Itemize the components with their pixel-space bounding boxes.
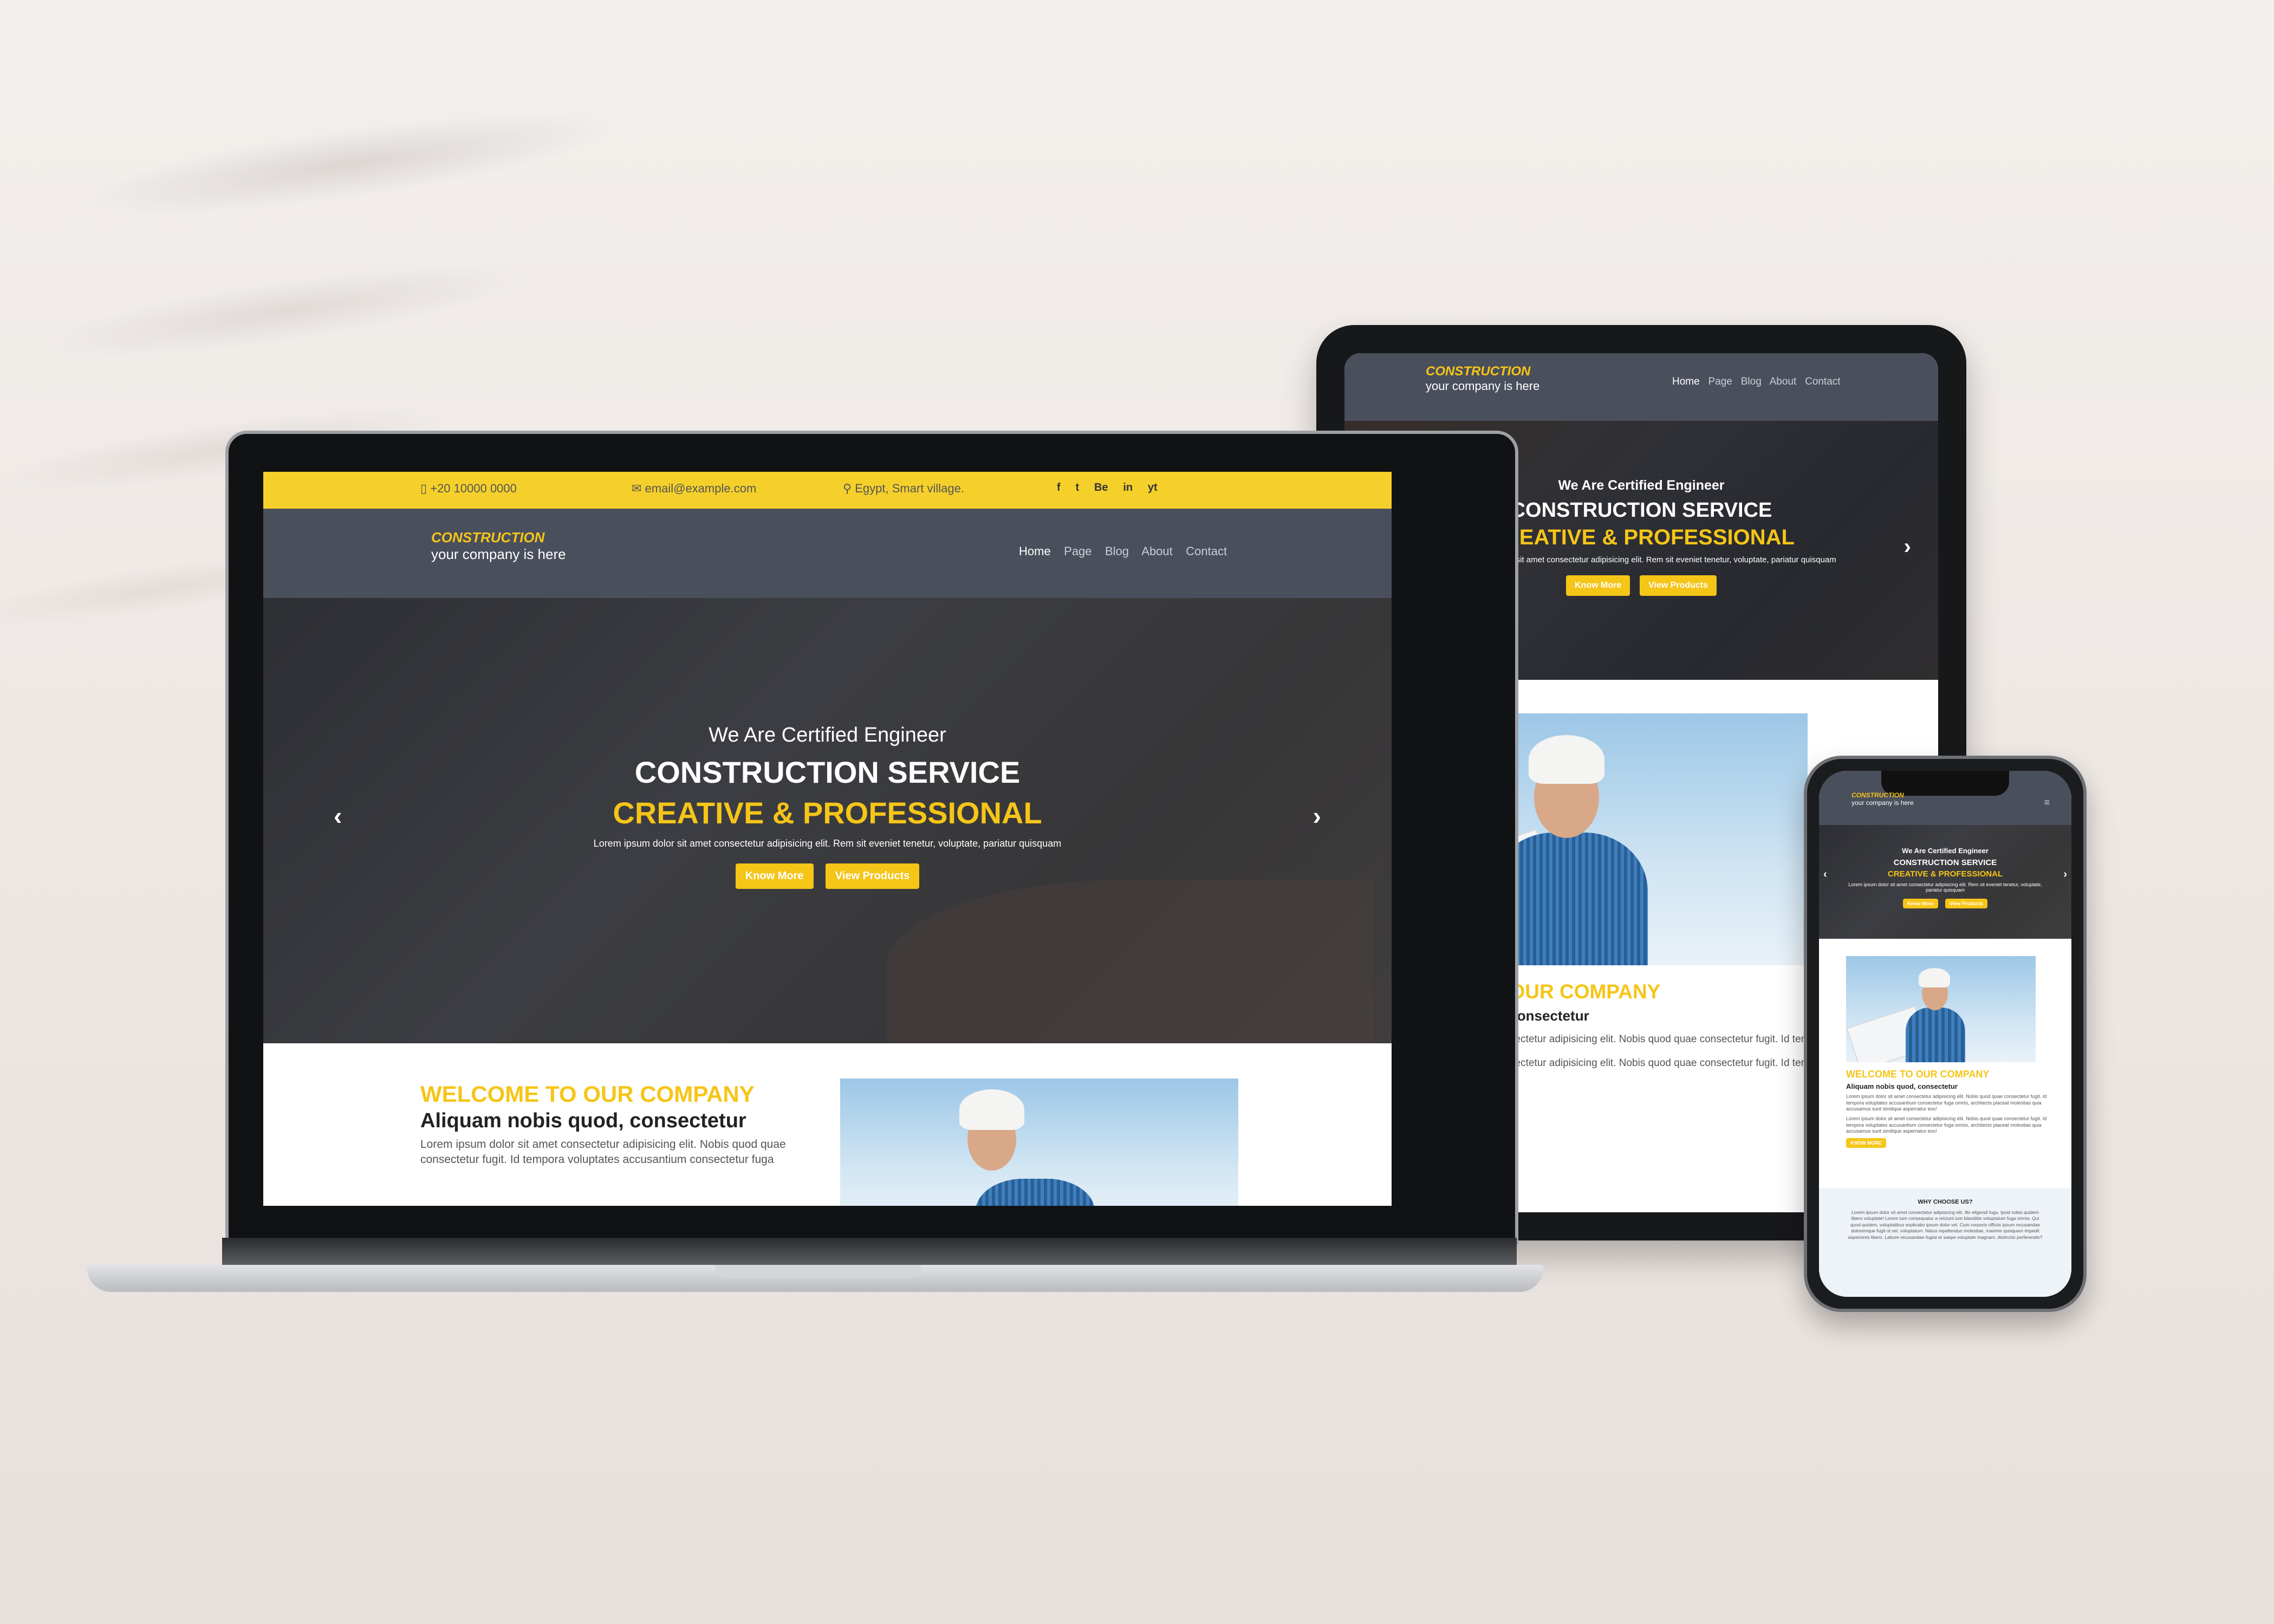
welcome-heading: WELCOME TO OUR COMPANY bbox=[1846, 1069, 1990, 1080]
laptop-logo[interactable]: CONSTRUCTION your company is here bbox=[431, 529, 566, 563]
nav-about[interactable]: About bbox=[1770, 376, 1797, 387]
hero-title: CONSTRUCTION SERVICE bbox=[1893, 858, 1997, 867]
welcome-line-1: Lorem ipsum dolor sit amet consectetur a… bbox=[420, 1138, 786, 1151]
nav-home[interactable]: Home bbox=[1672, 376, 1700, 387]
laptop-navbar: CONSTRUCTION your company is here Home P… bbox=[263, 509, 1392, 598]
tablet-nav: Home Page Blog About Contact bbox=[1672, 376, 1841, 388]
hero-kicker: We Are Certified Engineer bbox=[709, 724, 946, 746]
hero-subtitle: CREATIVE & PROFESSIONAL bbox=[1887, 869, 2003, 879]
laptop-nav: Home Page Blog About Contact bbox=[1019, 544, 1227, 558]
nav-blog[interactable]: Blog bbox=[1741, 376, 1762, 387]
why-heading: WHY CHOOSE US? bbox=[1918, 1199, 1973, 1205]
know-more-button[interactable]: Know More bbox=[1903, 899, 1938, 908]
next-arrow-icon[interactable]: › bbox=[2063, 868, 2067, 881]
welcome-para-2: Lorem ipsum dolor sit amet consectetur a… bbox=[1846, 1116, 2047, 1134]
nav-about[interactable]: About bbox=[1141, 544, 1173, 558]
location-text: Egypt, Smart village. bbox=[855, 482, 964, 495]
twitter-icon[interactable]: t bbox=[1075, 482, 1079, 493]
prev-arrow-icon[interactable]: ‹ bbox=[1823, 868, 1827, 881]
hero-content: We Are Certified Engineer CONSTRUCTION S… bbox=[263, 724, 1392, 889]
prev-arrow-icon[interactable]: ‹ bbox=[334, 801, 342, 830]
phone-device: CONSTRUCTION your company is here ≡ We A… bbox=[1804, 756, 2087, 1312]
hard-hat bbox=[959, 1089, 1024, 1130]
why-text: Lorem ipsum dolor sit amet consectetur a… bbox=[1848, 1210, 2043, 1240]
phone-logo[interactable]: CONSTRUCTION your company is here bbox=[1851, 791, 1914, 807]
hero-text: Lorem ipsum dolor sit amet consectetur a… bbox=[1848, 882, 2042, 893]
facebook-icon[interactable]: f bbox=[1057, 482, 1061, 493]
welcome-para-1: Lorem ipsum dolor sit amet consectetur a… bbox=[1846, 1094, 2047, 1112]
shirt bbox=[976, 1179, 1095, 1206]
laptop-hinge bbox=[222, 1238, 1517, 1265]
laptop-lid: ▯ +20 10000 0000 ✉ email@example.com ⚲ E… bbox=[225, 431, 1518, 1244]
topbar: ▯ +20 10000 0000 ✉ email@example.com ⚲ E… bbox=[263, 472, 1392, 509]
nav-page[interactable]: Page bbox=[1708, 376, 1732, 387]
why-choose-section: WHY CHOOSE US? Lorem ipsum dolor sit ame… bbox=[1819, 1188, 2071, 1297]
welcome-heading: WELCOME TO OUR COMPANY bbox=[420, 1081, 755, 1107]
logo-title: CONSTRUCTION bbox=[1851, 791, 1904, 799]
next-arrow-icon[interactable]: › bbox=[1313, 801, 1321, 830]
email-text: email@example.com bbox=[645, 482, 757, 495]
welcome-text: WELCOME TO OUR COMPANY Aliquam nobis quo… bbox=[1846, 1069, 2052, 1148]
welcome-line-2: consectetur fugit. Id tempora voluptates… bbox=[420, 1153, 774, 1166]
laptop-screen: ▯ +20 10000 0000 ✉ email@example.com ⚲ E… bbox=[263, 472, 1392, 1206]
view-products-button[interactable]: View Products bbox=[1640, 575, 1717, 596]
know-more-button-2[interactable]: KNOW MORE bbox=[1846, 1138, 1886, 1148]
laptop-device: ▯ +20 10000 0000 ✉ email@example.com ⚲ E… bbox=[87, 431, 1544, 1319]
phone-welcome-section: WELCOME TO OUR COMPANY Aliquam nobis quo… bbox=[1819, 939, 2071, 1188]
nav-contact[interactable]: Contact bbox=[1186, 544, 1227, 558]
tablet-navbar: CONSTRUCTION your company is here Home P… bbox=[1344, 353, 1938, 421]
phone-text: +20 10000 0000 bbox=[430, 482, 517, 495]
hero-text: Lorem ipsum dolor sit amet consectetur a… bbox=[593, 838, 1062, 849]
phone-navbar: CONSTRUCTION your company is here ≡ bbox=[1819, 771, 2071, 825]
engineer-photo bbox=[1846, 956, 2036, 1062]
topbar-email[interactable]: ✉ email@example.com bbox=[632, 482, 756, 496]
laptop-notch bbox=[715, 1265, 921, 1278]
logo-title: CONSTRUCTION bbox=[431, 529, 545, 545]
nav-contact[interactable]: Contact bbox=[1805, 376, 1840, 387]
hero-kicker: We Are Certified Engineer bbox=[1902, 847, 1989, 855]
nav-home[interactable]: Home bbox=[1019, 544, 1051, 558]
linkedin-icon[interactable]: in bbox=[1123, 482, 1133, 493]
logo-subtitle: your company is here bbox=[1851, 799, 1914, 807]
laptop-welcome-section: WELCOME TO OUR COMPANY Aliquam nobis quo… bbox=[263, 1043, 1392, 1206]
behance-icon[interactable]: Be bbox=[1094, 482, 1108, 493]
know-more-button[interactable]: Know More bbox=[735, 863, 814, 889]
welcome-subheading: Aliquam nobis quod, consectetur bbox=[1846, 1082, 1958, 1090]
youtube-icon[interactable]: yt bbox=[1148, 482, 1158, 493]
nav-page[interactable]: Page bbox=[1064, 544, 1091, 558]
welcome-subheading: Aliquam nobis quod, consectetur bbox=[420, 1109, 746, 1132]
engineer-photo bbox=[840, 1079, 1238, 1206]
laptop-base bbox=[87, 1265, 1544, 1292]
view-products-button[interactable]: View Products bbox=[825, 863, 920, 889]
hero-title: CONSTRUCTION SERVICE bbox=[634, 755, 1021, 789]
logo-title: CONSTRUCTION bbox=[1426, 364, 1531, 379]
nav-blog[interactable]: Blog bbox=[1105, 544, 1129, 558]
logo-subtitle: your company is here bbox=[431, 546, 566, 562]
topbar-location: ⚲ Egypt, Smart village. bbox=[843, 482, 964, 495]
logo-subtitle: your company is here bbox=[1426, 379, 1540, 393]
hamburger-menu-icon[interactable]: ≡ bbox=[2044, 797, 2050, 808]
next-arrow-icon[interactable]: › bbox=[1904, 535, 1911, 559]
phone-hero: We Are Certified Engineer CONSTRUCTION S… bbox=[1819, 825, 2071, 939]
hero-subtitle: CREATIVE & PROFESSIONAL bbox=[613, 796, 1042, 830]
social-links: f t Be in yt bbox=[1057, 482, 1158, 494]
know-more-button[interactable]: Know More bbox=[1566, 575, 1630, 596]
tablet-logo[interactable]: CONSTRUCTION your company is here bbox=[1426, 364, 1539, 393]
topbar-phone[interactable]: ▯ +20 10000 0000 bbox=[420, 482, 517, 496]
laptop-hero: We Are Certified Engineer CONSTRUCTION S… bbox=[263, 598, 1392, 1043]
phone-screen: CONSTRUCTION your company is here ≡ We A… bbox=[1819, 771, 2071, 1297]
hard-hat bbox=[1919, 968, 1950, 988]
welcome-text: WELCOME TO OUR COMPANY Aliquam nobis quo… bbox=[420, 1081, 810, 1166]
hero-content: We Are Certified Engineer CONSTRUCTION S… bbox=[1819, 847, 2071, 908]
view-products-button[interactable]: View Products bbox=[1945, 899, 1987, 908]
shirt bbox=[1906, 1008, 1965, 1062]
